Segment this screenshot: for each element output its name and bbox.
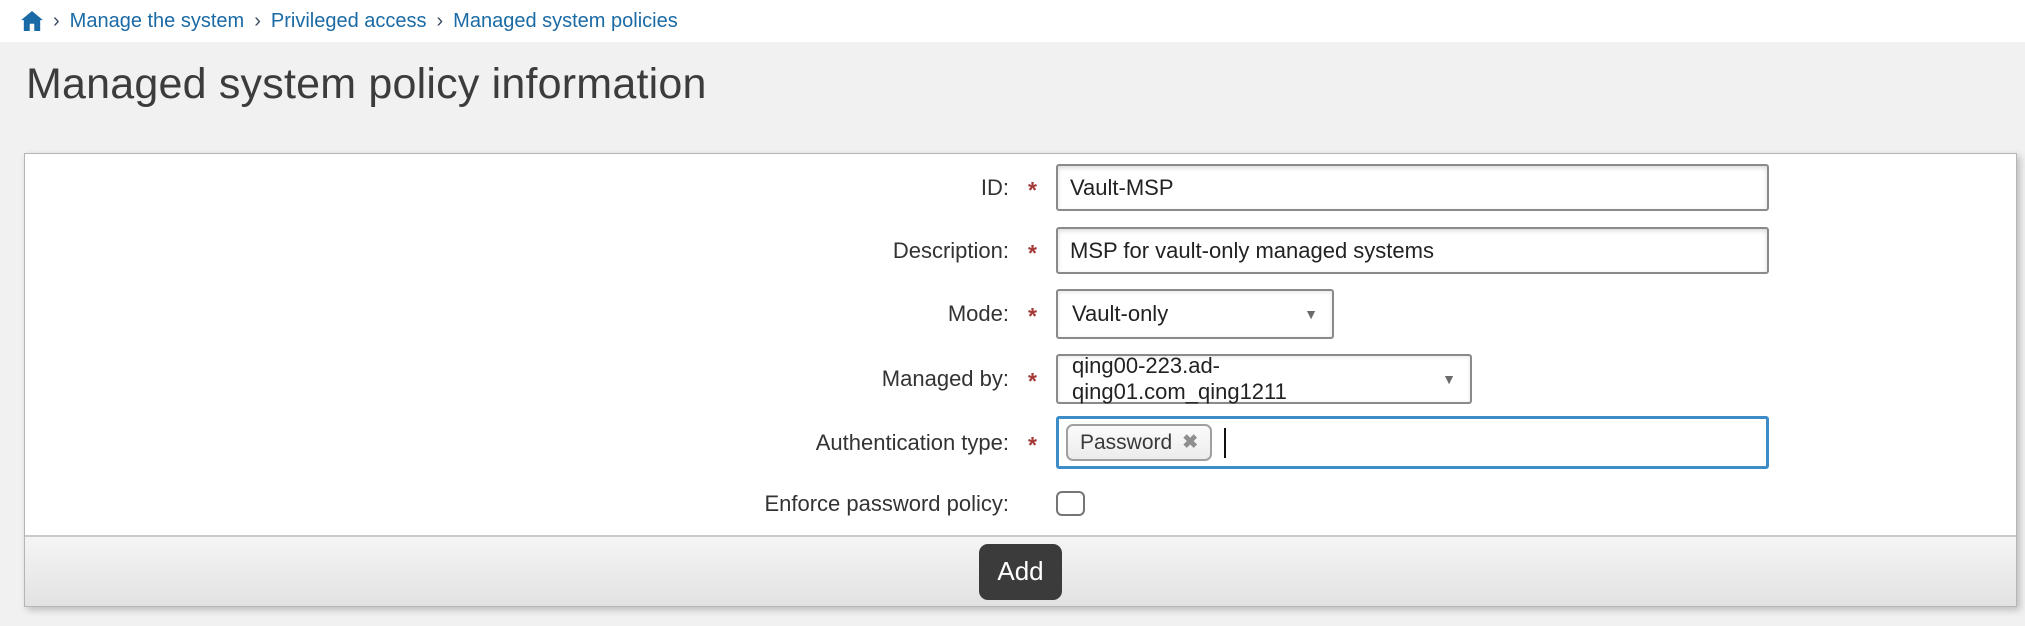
chevron-down-icon: ▼ [1442,371,1456,387]
tag-password: Password ✖ [1066,424,1212,461]
required-asterisk: * [1009,172,1056,204]
required-asterisk-empty [1009,501,1056,506]
text-caret [1224,428,1226,458]
mode-select-value: Vault-only [1072,301,1168,327]
form-row-authentication-type: Authentication type: * Password ✖ [25,416,2016,469]
form-row-enforce-password-policy: Enforce password policy: [25,491,2016,516]
breadcrumb-link-manage-the-system[interactable]: Manage the system [70,10,245,33]
tag-password-label: Password [1080,431,1172,455]
required-asterisk: * [1009,363,1056,395]
form-footer: Add [25,535,2016,606]
id-input[interactable] [1056,164,1769,211]
form-row-managed-by: Managed by: * qing00-223.ad-qing01.com_q… [25,353,2016,405]
managed-by-label: Managed by: [25,366,1009,392]
enforce-password-policy-checkbox[interactable] [1056,491,1085,516]
remove-tag-icon[interactable]: ✖ [1182,433,1198,452]
mode-label: Mode: [25,301,1009,327]
enforce-password-policy-label: Enforce password policy: [25,491,1009,517]
breadcrumb: › Manage the system › Privileged access … [0,0,2025,42]
authentication-type-input[interactable]: Password ✖ [1056,416,1769,469]
required-asterisk: * [1009,235,1056,267]
form-row-description: Description: * [25,227,2016,274]
page-title: Managed system policy information [26,60,707,109]
form-row-id: ID: * [25,164,2016,211]
breadcrumb-separator: › [254,10,261,33]
breadcrumb-link-privileged-access[interactable]: Privileged access [271,10,427,33]
breadcrumb-separator: › [437,10,444,33]
id-label: ID: [25,175,1009,201]
managed-by-select[interactable]: qing00-223.ad-qing01.com_qing1211 ▼ [1056,354,1472,404]
description-input[interactable] [1056,227,1769,274]
managed-by-select-value: qing00-223.ad-qing01.com_qing1211 [1072,353,1430,405]
required-asterisk: * [1009,298,1056,330]
required-asterisk: * [1009,427,1056,459]
mode-select[interactable]: Vault-only ▼ [1056,289,1334,339]
chevron-down-icon: ▼ [1304,306,1318,322]
description-label: Description: [25,238,1009,264]
breadcrumb-separator: › [53,10,60,33]
breadcrumb-link-managed-system-policies[interactable]: Managed system policies [453,10,678,33]
add-button[interactable]: Add [979,544,1061,600]
form-panel: ID: * Description: * Mode: * Vault-only … [24,153,2017,607]
form-row-mode: Mode: * Vault-only ▼ [25,289,2016,339]
home-icon[interactable] [21,11,43,31]
authentication-type-label: Authentication type: [25,430,1009,456]
